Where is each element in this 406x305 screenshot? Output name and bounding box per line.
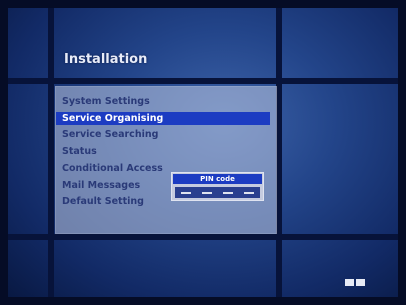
menu-item-mail-messages[interactable]: Mail Messages — [62, 179, 140, 192]
pin-code-input[interactable]: - - - - — [175, 187, 260, 198]
pin-code-dialog-title: PIN code — [173, 174, 262, 184]
menu-item-service-organising[interactable]: Service Organising — [56, 112, 270, 125]
menu-item-conditional-access[interactable]: Conditional Access — [62, 162, 163, 175]
pin-digit-placeholder: - — [201, 191, 212, 194]
menu-item-default-setting[interactable]: Default Setting — [62, 195, 144, 208]
menu-item-system-settings[interactable]: System Settings — [62, 95, 150, 108]
menu-item-service-searching[interactable]: Service Searching — [62, 128, 158, 141]
remote-key-icon — [345, 279, 365, 286]
pin-digit-placeholder: - — [180, 191, 191, 194]
pin-code-dialog: PIN code - - - - — [171, 172, 264, 201]
installation-menu-panel — [55, 86, 277, 234]
menu-item-status[interactable]: Status — [62, 145, 97, 158]
page-title: Installation — [64, 52, 148, 67]
pin-digit-placeholder: - — [244, 191, 255, 194]
pin-digit-placeholder: - — [223, 191, 234, 194]
